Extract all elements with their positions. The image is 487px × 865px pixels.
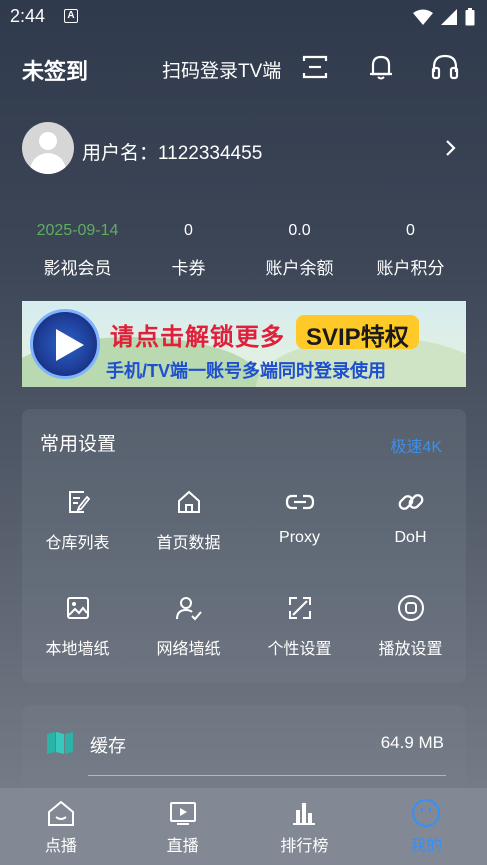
tab-label: 点播 xyxy=(44,838,77,855)
home-face-icon xyxy=(47,800,74,826)
setting-label: 播放设置 xyxy=(378,641,443,658)
svip-banner[interactable]: 请点击解锁更多 SVIP特权 手机/TV端一账号多端同时登录使用 xyxy=(22,301,466,387)
headset-icon[interactable] xyxy=(428,50,462,84)
scan-login-label[interactable]: 扫码登录TV端 xyxy=(162,56,281,83)
record-icon xyxy=(397,595,424,621)
scan-icon[interactable] xyxy=(298,50,332,84)
tab-label: 我的 xyxy=(410,838,443,855)
tab-vod[interactable]: 点播 xyxy=(0,788,122,865)
link-icon xyxy=(285,494,314,510)
battery-icon xyxy=(465,8,475,26)
stat-membership[interactable]: 2025-09-14 影视会员 xyxy=(22,218,133,282)
play-screen-icon xyxy=(169,802,196,825)
top-header: 未签到 扫码登录TV端 xyxy=(0,44,487,90)
setting-label: DoH xyxy=(394,529,427,546)
tab-mine[interactable]: 我的 xyxy=(365,788,487,865)
setting-home-data[interactable]: 首页数据 xyxy=(133,487,244,553)
setting-label: Proxy xyxy=(279,529,320,546)
expand-icon xyxy=(288,597,311,619)
settings-title: 常用设置 xyxy=(40,434,117,455)
setting-repo-list[interactable]: 仓库列表 xyxy=(22,487,133,553)
status-bar: 2:44 A xyxy=(0,0,487,34)
setting-label: 个性设置 xyxy=(267,641,332,658)
tab-ranking[interactable]: 排行榜 xyxy=(244,788,366,865)
stat-label: 影视会员 xyxy=(43,259,112,278)
home-icon xyxy=(177,490,200,513)
stat-value: 0 xyxy=(184,222,193,239)
cache-label: 缓存 xyxy=(90,736,126,756)
image-icon xyxy=(66,597,89,619)
edit-note-icon xyxy=(68,491,90,513)
divider xyxy=(88,775,446,776)
bottom-tab-bar: 点播 直播 排行榜 我的 xyxy=(0,788,487,865)
setting-label: 首页数据 xyxy=(156,535,221,552)
stat-value: 2025-09-14 xyxy=(36,222,119,239)
tab-label: 直播 xyxy=(166,838,199,855)
bar-chart-icon xyxy=(293,803,316,825)
system-icons xyxy=(413,8,475,26)
stat-value: 0 xyxy=(406,222,415,239)
cache-size: 64.9 MB xyxy=(380,733,444,752)
stat-label: 卡券 xyxy=(171,259,206,278)
smile-icon xyxy=(412,798,441,828)
signin-status[interactable]: 未签到 xyxy=(22,54,88,86)
setting-label: 仓库列表 xyxy=(45,535,110,552)
wifi-icon xyxy=(413,9,433,25)
tab-label: 排行榜 xyxy=(280,838,329,855)
chain-icon xyxy=(398,494,423,510)
stat-points[interactable]: 0 账户积分 xyxy=(355,218,466,282)
common-settings-card: 常用设置 极速4K 仓库列表 首页数据 Proxy DoH 本地墙纸 网络墙纸 … xyxy=(22,409,466,683)
setting-label: 本地墙纸 xyxy=(45,641,110,658)
setting-local-wallpaper[interactable]: 本地墙纸 xyxy=(22,593,133,659)
map-icon xyxy=(47,732,73,754)
setting-label: 网络墙纸 xyxy=(156,641,221,658)
stat-label: 账户余额 xyxy=(265,259,334,278)
notification-a-icon: A xyxy=(64,9,78,23)
settings-grid: 仓库列表 首页数据 Proxy DoH 本地墙纸 网络墙纸 个性设置 播放设置 xyxy=(22,487,466,659)
setting-doh[interactable]: DoH xyxy=(355,487,466,553)
account-stats: 2025-09-14 影视会员 0 卡券 0.0 账户余额 0 账户积分 xyxy=(22,218,466,282)
play-logo-icon xyxy=(30,309,100,379)
signal-icon xyxy=(441,9,457,25)
username-label: 用户名：1122334455 xyxy=(82,143,263,164)
stat-value: 0.0 xyxy=(288,222,311,239)
chevron-right-icon[interactable] xyxy=(444,138,458,158)
stat-balance[interactable]: 0.0 账户余额 xyxy=(244,218,355,282)
stat-coupons[interactable]: 0 卡券 xyxy=(133,218,244,282)
tab-live[interactable]: 直播 xyxy=(122,788,244,865)
banner-headline: 请点击解锁更多 xyxy=(110,324,285,351)
setting-personalize[interactable]: 个性设置 xyxy=(244,593,355,659)
avatar[interactable] xyxy=(22,122,74,174)
bell-icon[interactable] xyxy=(364,50,398,84)
status-time: 2:44 xyxy=(10,6,46,26)
setting-proxy[interactable]: Proxy xyxy=(244,487,355,553)
profile-row[interactable]: 用户名：1122334455 xyxy=(22,122,462,176)
stat-label: 账户积分 xyxy=(376,259,445,278)
setting-playback[interactable]: 播放设置 xyxy=(355,593,466,659)
speed-4k-link[interactable]: 极速4K xyxy=(390,433,442,457)
user-check-icon xyxy=(175,597,202,621)
svip-badge: SVIP特权 xyxy=(296,315,419,351)
setting-network-wallpaper[interactable]: 网络墙纸 xyxy=(133,593,244,659)
banner-subline: 手机/TV端一账号多端同时登录使用 xyxy=(106,361,387,381)
